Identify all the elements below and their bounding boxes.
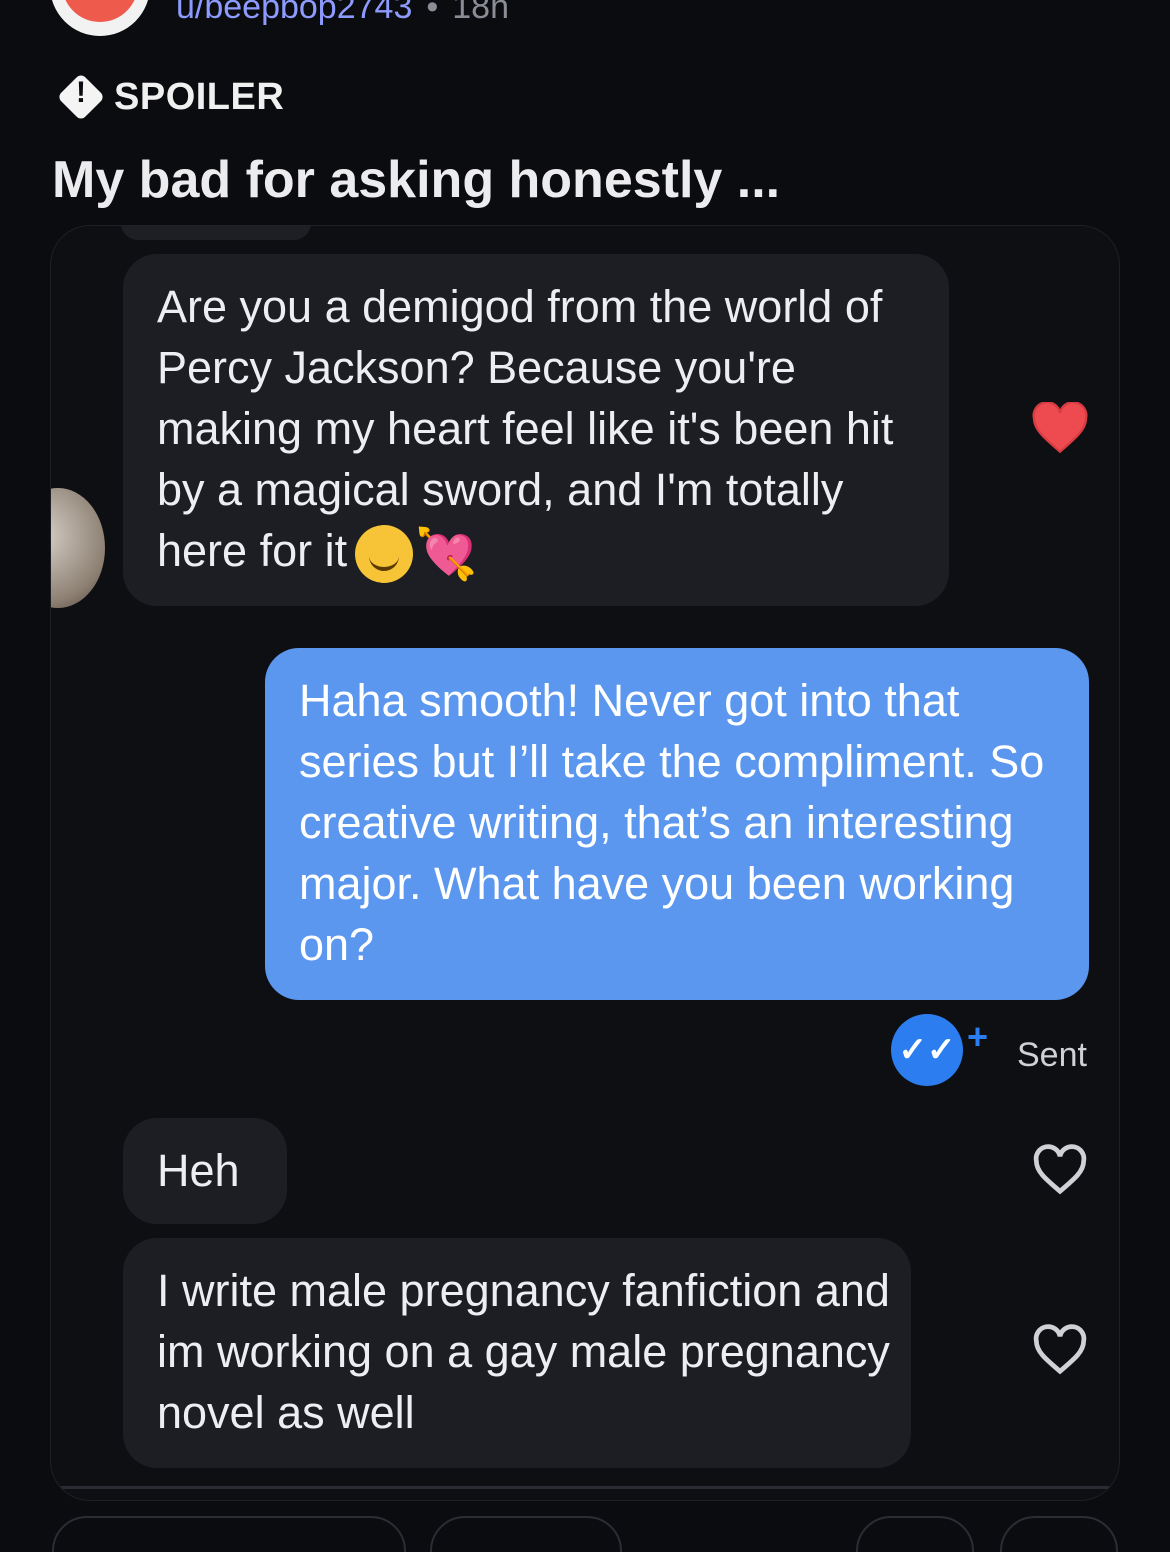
like-heart-outline-icon[interactable] xyxy=(1031,1324,1089,1376)
double-check-icon: ✓✓ xyxy=(891,1014,963,1086)
image-bottom-edge xyxy=(51,1486,1119,1500)
message-text: Are you a demigod from the world of Perc… xyxy=(157,281,894,576)
incoming-message-bubble: Heh xyxy=(123,1118,287,1224)
incoming-message-bubble: Are you a demigod from the world of Perc… xyxy=(123,254,949,606)
comments-button[interactable] xyxy=(430,1516,622,1552)
poster-username[interactable]: u/beepbop2743 xyxy=(176,0,412,26)
post-age: 18h xyxy=(452,0,509,26)
incoming-message-bubble: I write male pregnancy fanfiction and im… xyxy=(123,1238,911,1468)
award-button[interactable] xyxy=(856,1516,974,1552)
match-avatar xyxy=(51,488,105,608)
spoiler-label: SPOILER xyxy=(114,75,285,118)
vote-button[interactable] xyxy=(52,1516,406,1552)
like-heart-outline-icon[interactable] xyxy=(1031,1144,1089,1196)
heart-with-arrow-emoji-icon: 💘 xyxy=(415,526,478,583)
poster-avatar[interactable] xyxy=(50,0,150,36)
smiling-face-emoji-icon xyxy=(355,525,414,584)
share-button[interactable] xyxy=(1000,1516,1118,1552)
warning-icon: ! xyxy=(56,72,106,122)
sent-status: Sent xyxy=(1017,1036,1087,1074)
outgoing-message-bubble: Haha smooth! Never got into that series … xyxy=(265,648,1089,1000)
previous-message-stub xyxy=(121,226,311,240)
plus-icon: + xyxy=(967,1016,989,1057)
message-text: I write male pregnancy fanfiction and im… xyxy=(157,1265,890,1438)
message-text: Haha smooth! Never got into that series … xyxy=(299,675,1045,970)
meta-separator: • xyxy=(426,0,439,26)
liked-heart-icon[interactable] xyxy=(1031,401,1089,454)
message-text: Heh xyxy=(157,1145,240,1196)
post-image[interactable]: Are you a demigod from the world of Perc… xyxy=(50,225,1120,1501)
spoiler-tag: ! SPOILER xyxy=(56,72,284,122)
post-meta: u/beepbop2743 • 18h xyxy=(176,0,509,27)
post-title[interactable]: My bad for asking honestly ... xyxy=(52,150,780,210)
